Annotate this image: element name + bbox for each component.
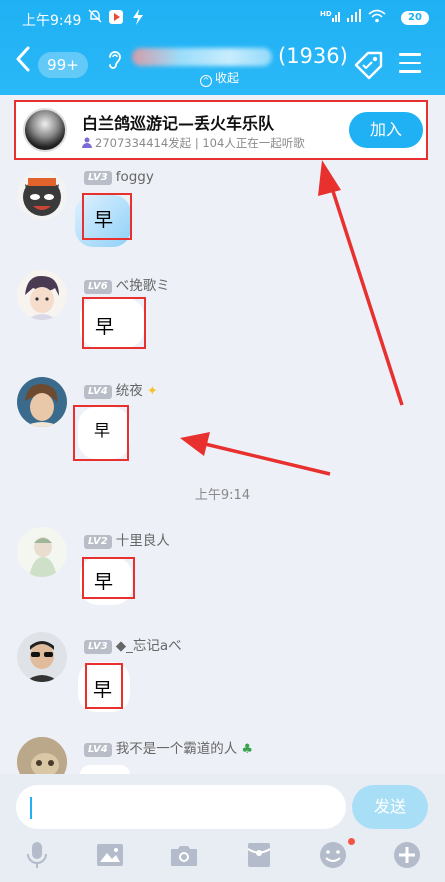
member-count: (1936) [278, 44, 348, 68]
join-button[interactable]: 加入 [349, 112, 423, 148]
microphone-icon[interactable] [22, 840, 52, 870]
sender-name: foggy [115, 169, 154, 185]
sender-name: 我不是一个霸道的人 [115, 741, 238, 757]
sender-meta: LV3 ◆_忘记aべ [84, 634, 182, 654]
level-badge: LV4 [84, 743, 112, 757]
sender-meta: LV2 十里良人 [84, 529, 170, 549]
input-area: 发送 [0, 774, 445, 882]
level-badge: LV3 [84, 171, 112, 185]
collapse-toggle[interactable]: ^ 收起 [200, 69, 239, 87]
level-badge: LV2 [84, 535, 112, 549]
annotation-arrow-up [328, 181, 404, 406]
camera-icon[interactable] [169, 840, 199, 870]
avatar[interactable] [17, 632, 67, 682]
menu-icon[interactable] [399, 53, 421, 73]
collapse-label: 收起 [215, 71, 240, 85]
svg-text:HD: HD [320, 10, 332, 18]
emoji-icon[interactable] [318, 840, 348, 870]
ear-icon [106, 48, 124, 70]
message-text: 早 [94, 209, 114, 231]
unread-count-badge[interactable]: 99+ [38, 52, 88, 78]
sender-name: べ挽歌ミ [115, 278, 170, 294]
notification-dot [348, 838, 355, 845]
text-cursor [30, 797, 32, 819]
signal-icon [346, 9, 362, 27]
level-badge: LV3 [84, 640, 112, 654]
money-bag-icon: ♣ [237, 742, 253, 757]
wifi-icon [368, 9, 386, 27]
image-icon[interactable] [95, 840, 125, 870]
sender-name: 统夜 [115, 383, 143, 399]
message-text: 早 [94, 571, 114, 593]
banner-subtitle-text: 2707334414发起 | 104人正在一起听歌 [95, 136, 305, 150]
status-time: 上午9:49 [22, 13, 82, 29]
mute-bell-icon [88, 9, 102, 27]
sender-name: 十里良人 [115, 533, 170, 549]
chat-header: 上午9:49 HD 20 99+ (1936) ^ 收起 [0, 0, 445, 95]
hd-signal-icon: HD [320, 9, 342, 26]
status-bar: 上午9:49 HD 20 [0, 0, 445, 34]
play-app-icon [108, 9, 124, 29]
plus-icon[interactable] [392, 840, 422, 870]
banner-title: 白兰鸽巡游记—丢火车乐队 [82, 114, 275, 133]
annotation-arrow-left-head [180, 432, 210, 456]
group-name-redacted [132, 48, 272, 66]
avatar[interactable] [17, 170, 67, 220]
banner-subtitle: 2707334414发起 | 104人正在一起听歌 [82, 135, 305, 151]
annotation-arrow-up-head [318, 160, 341, 196]
sender-name: ◆_忘记aべ [115, 638, 182, 654]
message-text: 早 [95, 316, 115, 338]
level-badge: LV6 [84, 280, 112, 294]
sender-meta: LV4 统夜 ✦ [84, 379, 158, 399]
chevron-up-icon: ^ [200, 75, 212, 87]
message-text: 早 [94, 421, 111, 440]
avatar[interactable] [17, 270, 67, 320]
avatar[interactable] [17, 527, 67, 577]
person-icon [82, 137, 92, 148]
listen-together-banner[interactable]: 白兰鸽巡游记—丢火车乐队 2707334414发起 | 104人正在一起听歌 加… [14, 100, 428, 160]
level-badge: LV4 [84, 385, 112, 399]
listen-together-icon[interactable] [354, 50, 384, 80]
sender-meta: LV6 べ挽歌ミ [84, 274, 170, 294]
red-packet-icon[interactable] [244, 840, 274, 870]
avatar[interactable] [17, 377, 67, 427]
sender-meta: LV3 foggy [84, 169, 154, 185]
sparkle-icon: ✦ [142, 384, 158, 399]
message-text: 早 [93, 679, 113, 701]
sender-meta: LV4 我不是一个霸道的人 ♣ [84, 737, 253, 757]
message-input[interactable] [16, 785, 346, 829]
lightning-icon [132, 9, 144, 29]
send-button[interactable]: 发送 [352, 785, 428, 829]
annotation-arrow-left [204, 442, 331, 476]
back-button[interactable] [14, 46, 32, 78]
time-separator: 上午9:14 [194, 488, 251, 503]
banner-avatar [23, 108, 67, 152]
battery-indicator: 20 [401, 11, 429, 25]
